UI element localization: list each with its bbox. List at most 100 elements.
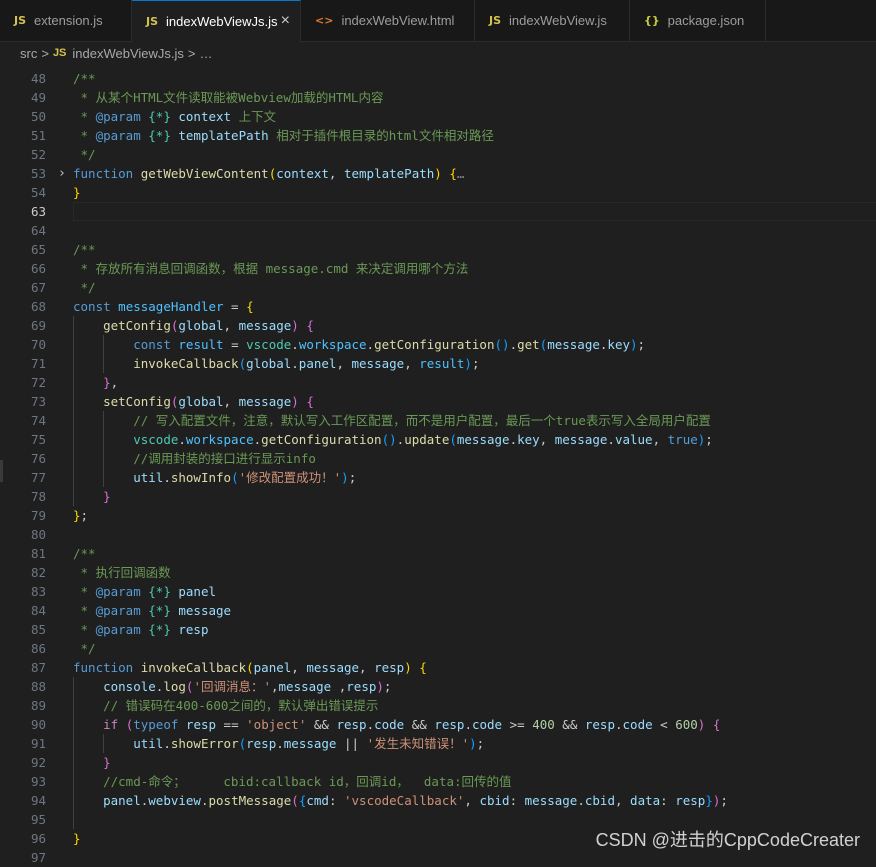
line-number: 90 bbox=[30, 717, 46, 732]
code-token: . bbox=[163, 470, 171, 485]
code-token: util bbox=[133, 736, 164, 751]
code-token: message bbox=[547, 337, 600, 352]
code-token: = bbox=[223, 337, 247, 352]
code-token: '修改配置成功！' bbox=[238, 470, 342, 485]
code-line: 67 */ bbox=[0, 278, 876, 297]
code-token: && bbox=[404, 717, 435, 732]
code-token: invokeCallback bbox=[133, 356, 239, 371]
code-token: value bbox=[614, 432, 653, 447]
code-text: */ bbox=[73, 278, 96, 297]
code-text: //cmd-命令； cbid:callback id，回调id， data:回传… bbox=[73, 772, 511, 791]
code-token: global bbox=[178, 394, 224, 409]
code-token: update bbox=[404, 432, 450, 447]
code-token: { bbox=[419, 660, 427, 675]
code-token: message bbox=[178, 603, 232, 618]
code-token: : bbox=[328, 793, 344, 808]
code-line: 91 util.showError(resp.message || '发生未知错… bbox=[0, 734, 876, 753]
code-token: } bbox=[73, 831, 81, 846]
code-token: resp bbox=[675, 793, 706, 808]
code-line: 70 const result = vscode.workspace.getCo… bbox=[0, 335, 876, 354]
tab-indexwebview-html[interactable]: <> indexWebView.html bbox=[301, 0, 475, 41]
code-token: , bbox=[539, 432, 555, 447]
tab-label: extension.js bbox=[34, 13, 103, 28]
code-line: 72 }, bbox=[0, 373, 876, 392]
code-token: message bbox=[306, 660, 360, 675]
code-token: workspace bbox=[298, 337, 367, 352]
code-token: ) bbox=[376, 679, 384, 694]
code-token: cbid bbox=[479, 793, 510, 808]
code-text: /** bbox=[73, 544, 96, 563]
tab-extension-js[interactable]: JS extension.js bbox=[0, 0, 132, 41]
code-token: . bbox=[366, 717, 375, 732]
code-token: templatePath bbox=[343, 166, 435, 181]
code-text: * 从某个HTML文件读取能被Webview加载的HTML内容 bbox=[73, 88, 384, 107]
code-line: 71 invokeCallback(global.panel, message,… bbox=[0, 354, 876, 373]
code-token: } bbox=[103, 489, 111, 504]
code-token: ; bbox=[705, 432, 713, 447]
code-token: { bbox=[449, 166, 457, 181]
line-number: 84 bbox=[30, 603, 46, 618]
close-icon[interactable]: × bbox=[281, 12, 290, 30]
code-token: { bbox=[712, 717, 721, 732]
breadcrumb-file[interactable]: indexWebViewJs.js bbox=[72, 46, 184, 61]
line-number: 50 bbox=[30, 109, 46, 124]
code-text: invokeCallback(global.panel, message, re… bbox=[73, 354, 479, 373]
code-token: code bbox=[622, 717, 653, 732]
code-line: 78 } bbox=[0, 487, 876, 506]
code-token: resp bbox=[584, 717, 615, 732]
code-token: @param bbox=[95, 622, 141, 637]
code-token: * 从某个HTML文件读取能被Webview加载的HTML内容 bbox=[73, 90, 384, 105]
fold-chevron-icon[interactable]: › bbox=[58, 164, 66, 183]
code-text: function getWebViewContent(context, temp… bbox=[73, 164, 464, 183]
code-token: * bbox=[73, 128, 96, 143]
tab-indexwebviewjs-js[interactable]: JS indexWebViewJs.js × bbox=[132, 0, 301, 42]
line-number: 51 bbox=[30, 128, 46, 143]
code-editor[interactable]: 48/** 49 * 从某个HTML文件读取能被Webview加载的HTML内容 5… bbox=[0, 69, 876, 865]
code-token: , bbox=[336, 356, 352, 371]
code-text: /** bbox=[73, 69, 96, 88]
code-token: ) bbox=[464, 356, 472, 371]
code-token: } bbox=[103, 375, 111, 390]
code-token: ( bbox=[238, 736, 247, 751]
code-token: >= bbox=[502, 717, 533, 732]
code-token: , bbox=[271, 679, 279, 694]
breadcrumb-symbol[interactable]: … bbox=[200, 46, 213, 61]
code-token: resp bbox=[336, 717, 367, 732]
line-number: 79 bbox=[30, 508, 46, 523]
code-token: templatePath bbox=[178, 128, 269, 143]
line-number: 49 bbox=[30, 90, 46, 105]
line-number: 97 bbox=[30, 850, 46, 865]
tab-label: indexWebViewJs.js bbox=[166, 14, 278, 29]
code-token: message bbox=[238, 394, 292, 409]
line-number: 54 bbox=[30, 185, 46, 200]
code-token: . bbox=[291, 337, 299, 352]
code-line: 68 const messageHandler = { bbox=[0, 297, 876, 316]
line-number: 80 bbox=[30, 527, 46, 542]
code-token: } bbox=[73, 185, 81, 200]
code-token: @param bbox=[95, 603, 141, 618]
tab-indexwebview-js[interactable]: JS indexWebView.js bbox=[475, 0, 630, 41]
code-token: 'vscodeCallback' bbox=[344, 793, 465, 808]
code-line: 76 //调用封装的接口进行显示info bbox=[0, 449, 876, 468]
line-number: 83 bbox=[30, 584, 46, 599]
breadcrumb-folder[interactable]: src bbox=[20, 46, 37, 61]
code-token: {*} bbox=[148, 109, 171, 124]
code-token: postMessage bbox=[208, 793, 292, 808]
code-text: // 错误码在400-600之间的，默认弹出错误提示 bbox=[73, 696, 378, 715]
code-token: 400 bbox=[532, 717, 555, 732]
code-token: data bbox=[630, 793, 661, 808]
code-token: * bbox=[73, 622, 96, 637]
code-line: 86 */ bbox=[0, 639, 876, 658]
code-token: // 写入配置文件，注意，默认写入工作区配置，而不是用户配置，最后一个true表… bbox=[133, 413, 711, 428]
code-token: . bbox=[607, 432, 615, 447]
line-number: 96 bbox=[30, 831, 46, 846]
tab-package-json[interactable]: {} package.json bbox=[630, 0, 766, 41]
code-token: 'object' bbox=[246, 717, 307, 732]
editor-tab-bar: JS extension.js JS indexWebViewJs.js × <… bbox=[0, 0, 876, 42]
line-number: 78 bbox=[30, 489, 46, 504]
code-token: /** bbox=[73, 71, 96, 86]
